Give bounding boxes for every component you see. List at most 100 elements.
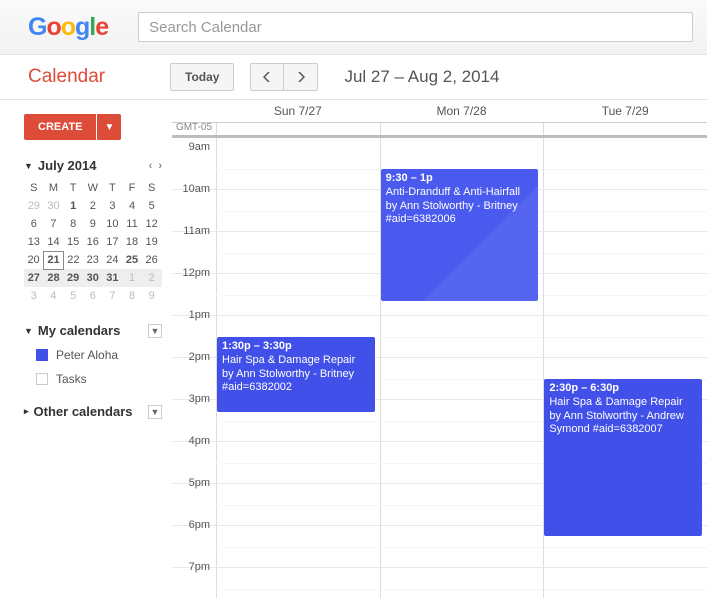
- google-logo[interactable]: Google: [28, 13, 108, 42]
- calendar-item[interactable]: Tasks: [36, 372, 162, 386]
- app-title: Calendar: [28, 66, 154, 88]
- chevron-down-icon[interactable]: ▼: [24, 161, 33, 171]
- create-dropdown[interactable]: ▼: [97, 114, 121, 140]
- chevron-right-icon[interactable]: ▸: [24, 406, 29, 417]
- mini-day[interactable]: 16: [83, 233, 103, 251]
- mini-day[interactable]: 17: [103, 233, 123, 251]
- event-title: Hair Spa & Damage Repair by Ann Stolwort…: [549, 396, 684, 436]
- mini-day[interactable]: 12: [142, 215, 162, 233]
- mini-day[interactable]: 1: [63, 197, 83, 215]
- day-header[interactable]: Mon 7/28: [380, 100, 544, 122]
- hour-label: 9am: [172, 141, 216, 153]
- mini-day[interactable]: 5: [142, 197, 162, 215]
- mini-day[interactable]: 30: [44, 197, 64, 215]
- mini-day[interactable]: 6: [24, 215, 44, 233]
- today-button[interactable]: Today: [170, 63, 234, 91]
- mini-day[interactable]: 3: [24, 287, 44, 305]
- mini-day[interactable]: 13: [24, 233, 44, 251]
- mini-dow: F: [122, 179, 142, 197]
- mini-day[interactable]: 10: [103, 215, 123, 233]
- mini-day[interactable]: 22: [63, 251, 83, 269]
- calendar-color-swatch: [36, 349, 48, 361]
- date-range: Jul 27 – Aug 2, 2014: [344, 67, 499, 87]
- mini-day[interactable]: 9: [142, 287, 162, 305]
- hour-label: 2pm: [172, 351, 216, 363]
- mini-dow: T: [103, 179, 123, 197]
- mini-day[interactable]: 1: [122, 269, 142, 287]
- mini-day[interactable]: 8: [63, 215, 83, 233]
- event-time: 1:30p – 3:30p: [222, 340, 370, 354]
- allday-cell[interactable]: [216, 123, 380, 135]
- mini-day[interactable]: 20: [24, 251, 44, 269]
- calendar-item[interactable]: Peter Aloha: [36, 348, 162, 362]
- allday-cell[interactable]: [543, 123, 707, 135]
- mini-day[interactable]: 27: [24, 269, 44, 287]
- my-calendars-menu[interactable]: ▼: [148, 324, 162, 338]
- mini-dow: T: [63, 179, 83, 197]
- mini-dow: W: [83, 179, 103, 197]
- mini-dow: M: [44, 179, 64, 197]
- mini-day[interactable]: 2: [83, 197, 103, 215]
- allday-cell[interactable]: [380, 123, 544, 135]
- mini-day[interactable]: 21: [44, 251, 64, 269]
- mini-day[interactable]: 2: [142, 269, 162, 287]
- mini-day[interactable]: 25: [122, 251, 142, 269]
- mini-day[interactable]: 29: [24, 197, 44, 215]
- hour-row[interactable]: 7pm: [172, 568, 707, 599]
- mini-day[interactable]: 4: [122, 197, 142, 215]
- mini-calendar[interactable]: SMTWTFS 29301234567891011121314151617181…: [24, 179, 162, 305]
- hour-label: 10am: [172, 183, 216, 195]
- mini-day[interactable]: 8: [122, 287, 142, 305]
- mini-day[interactable]: 7: [44, 215, 64, 233]
- mini-day[interactable]: 31: [103, 269, 123, 287]
- mini-day[interactable]: 18: [122, 233, 142, 251]
- prev-week-button[interactable]: [250, 63, 284, 91]
- hour-label: 5pm: [172, 477, 216, 489]
- hour-label: 7pm: [172, 561, 216, 573]
- mini-dow: S: [142, 179, 162, 197]
- other-calendars-label[interactable]: Other calendars: [34, 404, 133, 419]
- mini-month-title[interactable]: July 2014: [38, 158, 97, 173]
- mini-day[interactable]: 24: [103, 251, 123, 269]
- other-calendars-menu[interactable]: ▼: [148, 405, 162, 419]
- hour-label: 3pm: [172, 393, 216, 405]
- calendar-name: Peter Aloha: [56, 348, 118, 362]
- calendar-event[interactable]: 9:30 – 1pAnti-Dranduff & Anti-Hairfall b…: [381, 169, 539, 301]
- mini-day[interactable]: 3: [103, 197, 123, 215]
- mini-day[interactable]: 11: [122, 215, 142, 233]
- mini-day[interactable]: 26: [142, 251, 162, 269]
- calendar-event[interactable]: 1:30p – 3:30pHair Spa & Damage Repair by…: [217, 337, 375, 412]
- mini-day[interactable]: 4: [44, 287, 64, 305]
- hour-label: 1pm: [172, 309, 216, 321]
- mini-day[interactable]: 6: [83, 287, 103, 305]
- mini-day[interactable]: 7: [103, 287, 123, 305]
- create-button[interactable]: CREATE: [24, 114, 96, 140]
- mini-day[interactable]: 9: [83, 215, 103, 233]
- chevron-down-icon[interactable]: ▼: [24, 326, 33, 336]
- calendar-checkbox[interactable]: [36, 373, 48, 385]
- event-title: Hair Spa & Damage Repair by Ann Stolwort…: [222, 354, 355, 394]
- mini-day[interactable]: 19: [142, 233, 162, 251]
- hour-label: 4pm: [172, 435, 216, 447]
- mini-day[interactable]: 23: [83, 251, 103, 269]
- event-title: Anti-Dranduff & Anti-Hairfall by Ann Sto…: [386, 186, 520, 226]
- mini-prev-button[interactable]: ‹: [149, 160, 153, 172]
- hour-label: 11am: [172, 225, 216, 237]
- mini-next-button[interactable]: ›: [158, 160, 162, 172]
- mini-day[interactable]: 29: [63, 269, 83, 287]
- day-header[interactable]: Sun 7/27: [216, 100, 380, 122]
- calendar-name: Tasks: [56, 372, 87, 386]
- mini-dow: S: [24, 179, 44, 197]
- calendar-event[interactable]: 2:30p – 6:30pHair Spa & Damage Repair by…: [544, 379, 702, 536]
- mini-day[interactable]: 30: [83, 269, 103, 287]
- day-header[interactable]: Tue 7/29: [543, 100, 707, 122]
- mini-day[interactable]: 14: [44, 233, 64, 251]
- mini-day[interactable]: 5: [63, 287, 83, 305]
- next-week-button[interactable]: [284, 63, 318, 91]
- mini-day[interactable]: 28: [44, 269, 64, 287]
- event-time: 9:30 – 1p: [386, 172, 534, 186]
- search-input[interactable]: Search Calendar: [138, 12, 693, 42]
- mini-day[interactable]: 15: [63, 233, 83, 251]
- my-calendars-label[interactable]: My calendars: [38, 323, 120, 338]
- hour-label: 12pm: [172, 267, 216, 279]
